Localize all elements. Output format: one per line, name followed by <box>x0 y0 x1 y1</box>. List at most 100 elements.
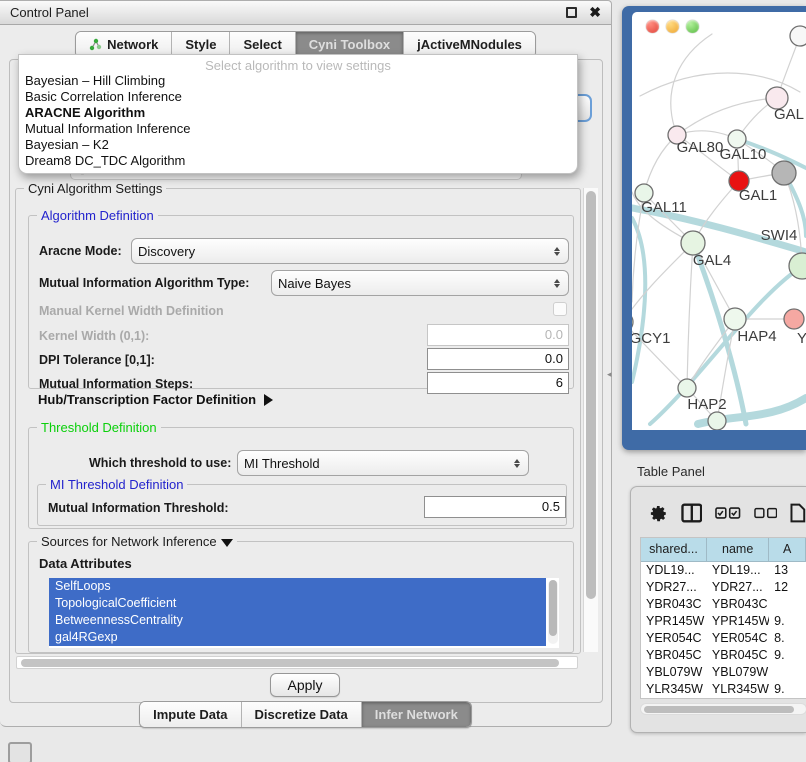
table-cell: 9. <box>769 613 806 630</box>
table-cell: YER054C <box>641 630 707 647</box>
table-row[interactable]: YDR27...YDR27...12 <box>641 579 806 596</box>
network-node[interactable] <box>772 161 796 185</box>
tab-discretize-data[interactable]: Discretize Data <box>242 702 362 727</box>
algorithm-option[interactable]: Bayesian – Hill Climbing <box>19 73 577 89</box>
data-attribute-item[interactable]: SelfLoops <box>49 578 546 595</box>
network-node[interactable] <box>784 309 804 329</box>
table-cell: YDR27... <box>707 579 769 596</box>
algorithm-option[interactable]: Bayesian – K2 <box>19 137 577 153</box>
close-icon[interactable]: ✖ <box>589 7 601 18</box>
algorithm-option[interactable]: Mutual Information Inference <box>19 121 577 137</box>
manual-kernel-label: Manual Kernel Width Definition <box>39 304 224 318</box>
mac-zoom-icon[interactable] <box>686 20 699 33</box>
data-attribute-item[interactable]: gal4RGexp <box>49 629 546 646</box>
mi-steps-field[interactable]: 6 <box>427 372 569 394</box>
network-canvas[interactable]: GALGAL80GAL10GAL1GAL11SWI4GAL4GCY1HAP4YH… <box>632 12 806 430</box>
settings-vertical-scrollbar[interactable] <box>583 188 598 652</box>
float-window-icon[interactable] <box>566 7 577 18</box>
mi-threshold-field[interactable]: 0.5 <box>424 496 566 518</box>
table-row[interactable]: YLR345WYLR345W9. <box>641 681 806 698</box>
network-node[interactable] <box>708 412 726 430</box>
table-column-header[interactable]: shared... <box>641 538 707 561</box>
network-edge[interactable] <box>671 34 712 135</box>
data-attribute-item[interactable]: TopologicalCoefficient <box>49 595 546 612</box>
table-column-header[interactable]: A <box>769 538 806 561</box>
mi-type-combo[interactable]: Naive Bayes <box>271 270 569 296</box>
aracne-mode-combo[interactable]: Discovery <box>131 238 569 264</box>
mi-threshold-title: MI Threshold Definition <box>46 477 187 492</box>
sources-title[interactable]: Sources for Network Inference <box>37 534 237 549</box>
network-node-label: GAL1 <box>739 187 777 204</box>
table-cell: 12 <box>769 579 806 596</box>
table-cell: 8. <box>769 630 806 647</box>
network-edge[interactable] <box>644 135 677 193</box>
split-pane-handle[interactable]: ◂ <box>607 368 616 380</box>
settings-group-title: Cyni Algorithm Settings <box>24 181 166 196</box>
control-panel-titlebar: Control Panel ✖ <box>0 1 611 25</box>
network-view-inner: GALGAL80GAL10GAL1GAL11SWI4GAL4GCY1HAP4YH… <box>632 12 806 430</box>
table-row[interactable]: YDL19...YDL19...13 <box>641 562 806 579</box>
mi-type-label: Mutual Information Algorithm Type: <box>39 276 249 290</box>
tab-infer-network[interactable]: Infer Network <box>362 702 471 727</box>
network-node[interactable] <box>724 308 746 330</box>
dpi-tolerance-field[interactable]: 0.0 <box>427 348 569 370</box>
network-node[interactable] <box>790 26 806 46</box>
table-column-header[interactable]: name <box>707 538 769 561</box>
select-all-checkboxes-icon[interactable] <box>715 506 741 520</box>
gear-icon[interactable] <box>649 504 668 523</box>
kernel-width-field[interactable]: 0.0 <box>427 324 569 346</box>
mi-threshold-group: MI Threshold Definition Mutual Informati… <box>37 484 567 526</box>
kernel-width-label: Kernel Width (0,1): <box>39 329 149 343</box>
network-edge[interactable] <box>632 243 693 322</box>
collapsed-arrow-icon <box>264 394 273 406</box>
table-cell: 9. <box>769 681 806 698</box>
table-cell <box>769 596 806 613</box>
table-row[interactable]: YER054CYER054C8. <box>641 630 806 647</box>
combo-spinner-icon <box>554 279 562 288</box>
aracne-mode-label: Aracne Mode: <box>39 244 122 258</box>
table-horizontal-scrollbar[interactable] <box>640 703 806 715</box>
table-row[interactable]: YBR045CYBR045C9. <box>641 647 806 664</box>
table-cell: YLR345W <box>707 681 769 698</box>
network-node-label: GAL80 <box>677 139 724 156</box>
algorithm-definition-group: Algorithm Definition Aracne Mode: Discov… <box>28 215 574 389</box>
network-node-label: SWI4 <box>761 227 798 244</box>
columns-icon[interactable] <box>681 503 703 523</box>
algorithm-option[interactable]: Dream8 DC_TDC Algorithm <box>19 153 577 169</box>
data-attribute-item[interactable]: BetweennessCentrality <box>49 612 546 629</box>
data-attributes-label: Data Attributes <box>39 556 132 571</box>
table-toolbar <box>639 495 806 531</box>
which-threshold-combo[interactable]: MI Threshold <box>237 450 529 476</box>
network-node-label: GAL11 <box>641 199 687 216</box>
network-node[interactable] <box>678 379 696 397</box>
network-edge[interactable] <box>677 98 777 135</box>
table-row[interactable]: YBR043CYBR043C <box>641 596 806 613</box>
table-row[interactable]: YPR145WYPR145W9. <box>641 613 806 630</box>
manual-kernel-checkbox[interactable] <box>553 302 567 316</box>
attr-list-scrollbar[interactable] <box>548 580 558 644</box>
table-cell: YBR043C <box>641 596 707 613</box>
algorithm-option[interactable]: ARACNE Algorithm <box>19 105 577 121</box>
mac-close-icon[interactable] <box>646 20 659 33</box>
control-panel-title: Control Panel <box>10 5 89 20</box>
node-table: shared...nameA YDL19...YDL19...13YDR27..… <box>640 537 806 699</box>
mac-minimize-icon[interactable] <box>666 20 679 33</box>
tab-impute-data[interactable]: Impute Data <box>140 702 241 727</box>
table-row[interactable]: YBL079WYBL079W <box>641 664 806 681</box>
table-cell: YBR045C <box>707 647 769 664</box>
network-node[interactable] <box>632 312 633 332</box>
deselect-all-checkboxes-icon[interactable] <box>754 507 778 519</box>
network-node-label: GAL <box>774 106 804 123</box>
algorithm-definition-title: Algorithm Definition <box>37 208 158 223</box>
hub-definition-expander[interactable]: Hub/Transcription Factor Definition <box>38 392 273 407</box>
settings-horizontal-scrollbar[interactable] <box>16 656 578 669</box>
algorithm-option[interactable]: Basic Correlation Inference <box>19 89 577 105</box>
docked-panel-icon[interactable] <box>8 742 32 762</box>
algorithm-dropdown-placeholder: Select algorithm to view settings <box>19 55 577 73</box>
algorithm-dropdown-popup: Select algorithm to view settings Bayesi… <box>18 54 578 174</box>
apply-button[interactable]: Apply <box>270 673 340 697</box>
export-table-icon[interactable] <box>790 503 806 523</box>
table-cell: 9. <box>769 647 806 664</box>
combo-spinner-icon <box>554 247 562 256</box>
table-cell: YDL19... <box>707 562 769 579</box>
